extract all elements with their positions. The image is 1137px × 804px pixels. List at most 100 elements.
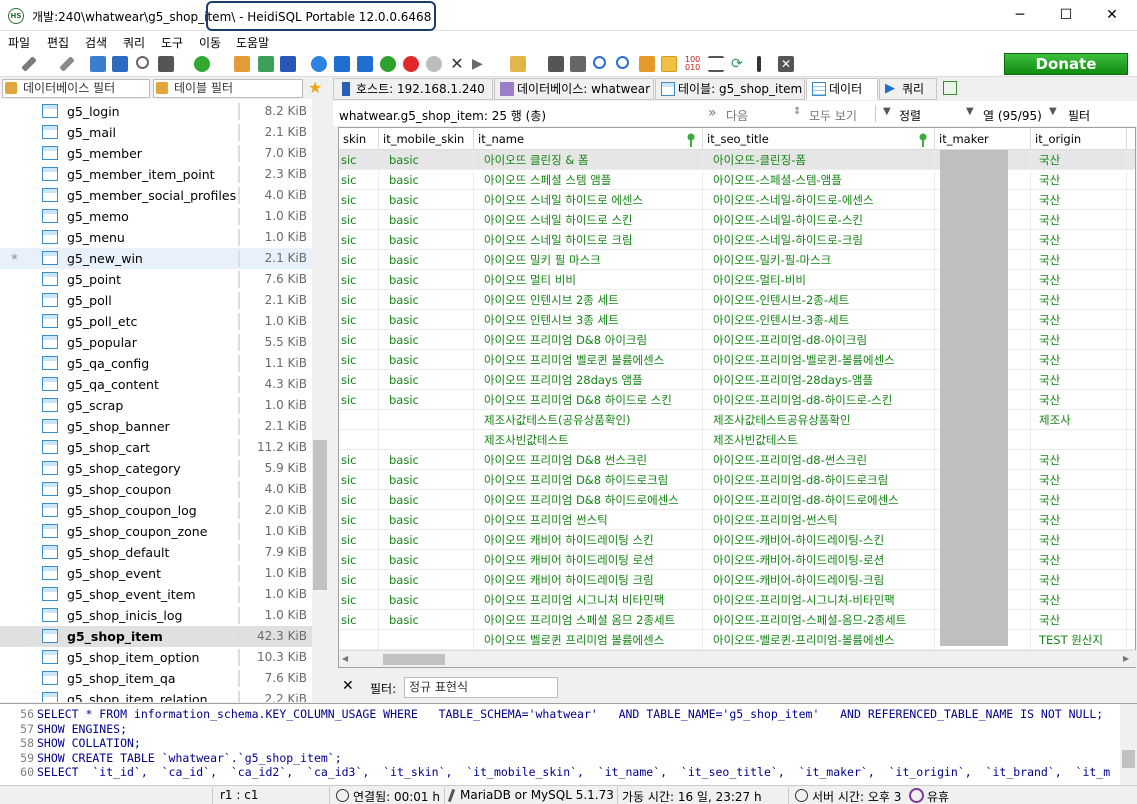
regex-filter-input[interactable]: 정규 표현식 <box>404 677 558 698</box>
tree-item[interactable]: g5_shop_item_qa 7.6 KiB <box>0 668 312 689</box>
column-header-it-maker[interactable]: it_maker <box>935 128 1031 150</box>
cell-skin[interactable] <box>339 630 379 650</box>
save-icon[interactable] <box>548 56 564 72</box>
cell-it-mobile-skin[interactable]: basic <box>379 590 474 610</box>
table-row[interactable]: sic basic 아이오뜨 프리미엄 시그니처 비타민팩 아이오뜨-프리미엄-시그니… <box>339 590 1135 610</box>
table-row[interactable]: sic basic 아이오뜨 클린징 & 폼 아이오뜨-클린징-폼 국산 <box>339 150 1135 170</box>
cell-it-name[interactable]: 아이오뜨 스페셜 스템 앰플 <box>474 170 703 190</box>
tree-item[interactable]: g5_shop_item 42.3 KiB <box>0 626 312 647</box>
refresh-icon[interactable] <box>194 56 210 72</box>
sql-log-scrollbar[interactable] <box>1120 704 1137 785</box>
copy-icon[interactable] <box>90 56 106 72</box>
cell-it-name[interactable]: 아이오뜨 스네일 하이드로 스킨 <box>474 210 703 230</box>
cell-it-mobile-skin[interactable]: basic <box>379 350 474 370</box>
tree-item[interactable]: g5_shop_default 7.9 KiB <box>0 542 312 563</box>
cell-it-mobile-skin[interactable]: basic <box>379 310 474 330</box>
close-button[interactable]: ✕ <box>1089 0 1135 31</box>
cell-it-mobile-skin[interactable] <box>379 430 474 450</box>
cell-it-seo-title[interactable]: 아이오뜨-클린징-폼 <box>703 150 935 170</box>
grid-horizontal-scrollbar[interactable]: ◀ ▶ <box>339 650 1136 667</box>
tree-item[interactable]: g5_point 7.6 KiB <box>0 269 312 290</box>
cell-it-name[interactable]: 아이오뜨 인텐시브 3종 세트 <box>474 310 703 330</box>
cell-it-name[interactable]: 아이오뜨 프리미엄 벨로퀸 볼륨에센스 <box>474 350 703 370</box>
data-grid[interactable]: skin it_mobile_skin it_name it_seo_title… <box>338 127 1136 668</box>
cell-skin[interactable]: sic <box>339 470 379 490</box>
cell-it-seo-title[interactable]: 아이오뜨-프리미엄-d8-하이드로에센스 <box>703 490 935 510</box>
cell-it-origin[interactable]: 국산 <box>1031 310 1127 330</box>
cell-it-mobile-skin[interactable]: basic <box>379 210 474 230</box>
sql-line-text[interactable]: SHOW CREATE TABLE `whatwear`.`g5_shop_it… <box>37 751 342 765</box>
tree-item[interactable]: g5_shop_coupon_log 2.0 KiB <box>0 500 312 521</box>
cell-it-name[interactable]: 아이오뜨 스네일 하이드로 에센스 <box>474 190 703 210</box>
cell-skin[interactable]: sic <box>339 390 379 410</box>
cell-it-name[interactable]: 아이오뜨 캐비어 하이드레이팅 스킨 <box>474 530 703 550</box>
cell-skin[interactable]: sic <box>339 370 379 390</box>
tab-query[interactable]: ▶ 쿼리 <box>879 78 937 100</box>
tree-item[interactable]: g5_poll 2.1 KiB <box>0 290 312 311</box>
last-record-icon[interactable] <box>357 56 373 72</box>
table-row[interactable]: 제조사값테스트(공유상품확인) 제조사값테스트공유상품확인 제조사 <box>339 410 1135 430</box>
cell-skin[interactable]: sic <box>339 190 379 210</box>
table-row[interactable]: sic basic 아이오뜨 프리미엄 벨로퀸 볼륨에센스 아이오뜨-프리미엄-벨로퀸… <box>339 350 1135 370</box>
new-query-tab-button[interactable] <box>938 78 962 100</box>
cell-skin[interactable]: sic <box>339 530 379 550</box>
delete-row-icon[interactable] <box>403 56 419 72</box>
cell-it-origin[interactable]: 국산 <box>1031 530 1127 550</box>
cell-skin[interactable]: sic <box>339 570 379 590</box>
warning-icon[interactable] <box>661 56 677 72</box>
table-row[interactable]: sic basic 아이오뜨 프리미엄 D&8 아이크림 아이오뜨-프리미엄-d8-아… <box>339 330 1135 350</box>
cell-it-mobile-skin[interactable]: basic <box>379 510 474 530</box>
menu-help[interactable]: 도움말 <box>236 34 269 51</box>
cell-it-origin[interactable]: 국산 <box>1031 330 1127 350</box>
column-header-skin[interactable]: skin <box>339 128 379 150</box>
cell-it-name[interactable]: 아이오뜨 프리미엄 D&8 하이드로 스킨 <box>474 390 703 410</box>
cell-it-origin[interactable]: 국산 <box>1031 150 1127 170</box>
cell-skin[interactable]: sic <box>339 510 379 530</box>
cell-it-mobile-skin[interactable]: basic <box>379 570 474 590</box>
cell-it-name[interactable]: 아이오뜨 클린징 & 폼 <box>474 150 703 170</box>
run-query-icon[interactable]: ▶ <box>472 56 488 72</box>
sql-line-text[interactable]: SELECT `it_id`, `ca_id`, `ca_id2`, `ca_i… <box>37 765 1110 779</box>
table-row[interactable]: sic basic 아이오뜨 프리미엄 D&8 썬스크린 아이오뜨-프리미엄-d8-썬… <box>339 450 1135 470</box>
pin-star-icon[interactable]: ★ <box>10 252 19 263</box>
tree-item[interactable]: g5_shop_event_item 1.0 KiB <box>0 584 312 605</box>
tab-data[interactable]: 데이터 <box>806 78 878 100</box>
cell-it-mobile-skin[interactable]: basic <box>379 190 474 210</box>
tree-item[interactable]: g5_menu 1.0 KiB <box>0 227 312 248</box>
cell-it-seo-title[interactable]: 아이오뜨-인텐시브-2종-세트 <box>703 290 935 310</box>
tree-item[interactable]: g5_shop_inicis_log 1.0 KiB <box>0 605 312 626</box>
cell-it-seo-title[interactable]: 제조사값테스트공유상품확인 <box>703 410 935 430</box>
tree-item[interactable]: g5_popular 5.5 KiB <box>0 332 312 353</box>
cell-it-origin[interactable]: 국산 <box>1031 390 1127 410</box>
cell-it-origin[interactable]: TEST 원산지 <box>1031 630 1127 650</box>
cell-it-seo-title[interactable]: 아이오뜨-프리미엄-d8-하이드로-스킨 <box>703 390 935 410</box>
cell-it-origin[interactable]: 국산 <box>1031 210 1127 230</box>
cell-it-origin[interactable]: 국산 <box>1031 250 1127 270</box>
tree-item[interactable]: g5_shop_category 5.9 KiB <box>0 458 312 479</box>
cell-it-origin[interactable]: 국산 <box>1031 350 1127 370</box>
maximize-button[interactable]: ☐ <box>1043 0 1089 31</box>
cell-it-name[interactable]: 아이오뜨 벨로퀸 프리미엄 볼륨에센스 <box>474 630 703 650</box>
post-icon[interactable] <box>426 56 442 72</box>
cell-it-mobile-skin[interactable]: basic <box>379 610 474 630</box>
cell-skin[interactable]: sic <box>339 270 379 290</box>
tree-item[interactable]: g5_poll_etc 1.0 KiB <box>0 311 312 332</box>
insert-row-icon[interactable] <box>380 56 396 72</box>
table-row[interactable]: sic basic 아이오뜨 프리미엄 28days 앰플 아이오뜨-프리미엄-28d… <box>339 370 1135 390</box>
tree-item[interactable]: g5_mail 2.1 KiB <box>0 122 312 143</box>
tree-item[interactable]: g5_member_social_profiles 4.0 KiB <box>0 185 312 206</box>
tree-item[interactable]: g5_memo 1.0 KiB <box>0 206 312 227</box>
table-filter-input[interactable]: 테이블 필터 <box>153 79 303 98</box>
cell-skin[interactable]: sic <box>339 170 379 190</box>
tab-host[interactable]: 호스트: 192.168.1.240 <box>333 78 493 100</box>
tree-item[interactable]: g5_shop_coupon 4.0 KiB <box>0 479 312 500</box>
menu-query[interactable]: 쿼리 <box>123 34 145 51</box>
cell-it-seo-title[interactable]: 아이오뜨-프리미엄-28days-앰플 <box>703 370 935 390</box>
cell-it-seo-title[interactable]: 아이오뜨-프리미엄-썬스틱 <box>703 510 935 530</box>
donate-button[interactable]: Donate <box>1004 53 1128 75</box>
cell-it-seo-title[interactable]: 아이오뜨-프리미엄-스페셜-옴므-2종세트 <box>703 610 935 630</box>
column-header-it-mobile-skin[interactable]: it_mobile_skin <box>379 128 474 150</box>
table-row[interactable]: sic basic 아이오뜨 인텐시브 2종 세트 아이오뜨-인텐시브-2종-세트 국산 <box>339 290 1135 310</box>
cell-it-mobile-skin[interactable] <box>379 630 474 650</box>
table-row[interactable]: sic basic 아이오뜨 프리미엄 스페셜 옴므 2종세트 아이오뜨-프리미엄-스… <box>339 610 1135 630</box>
